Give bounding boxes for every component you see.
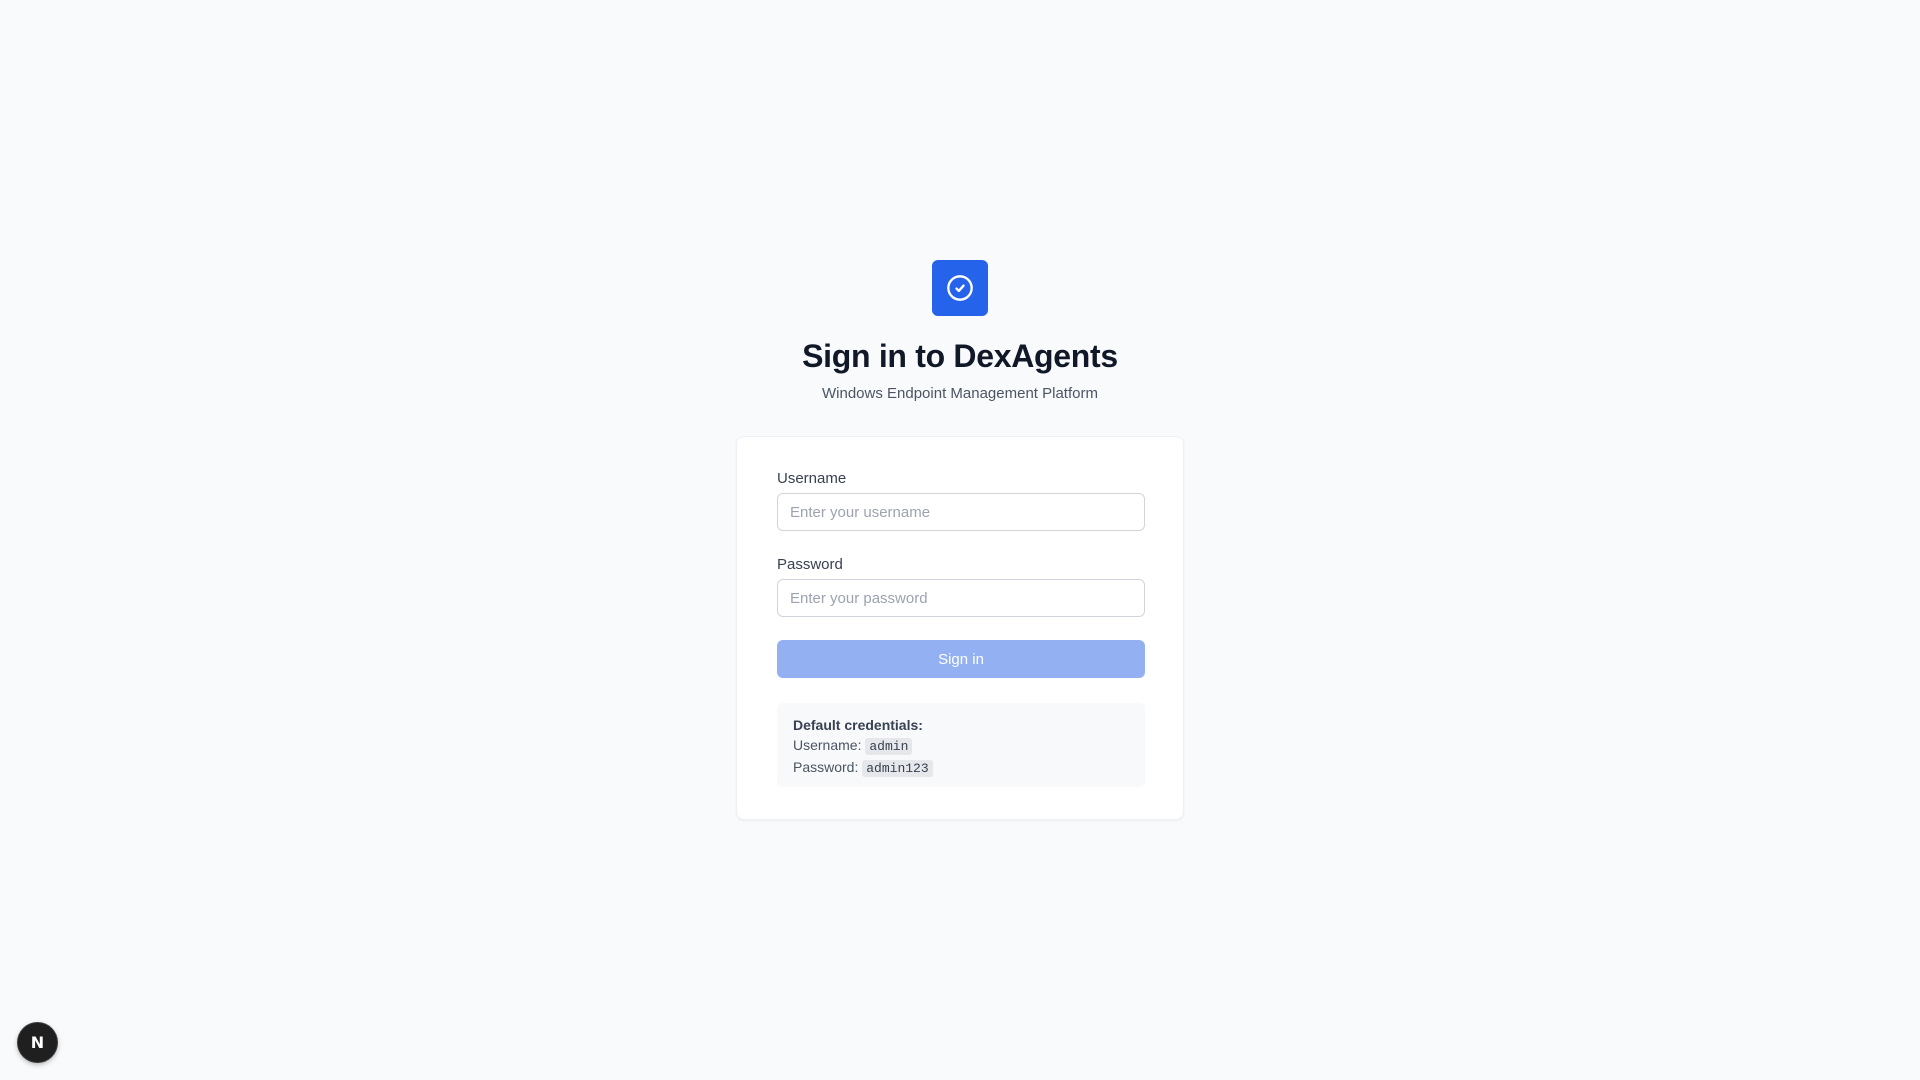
nextjs-icon[interactable]: N: [18, 1023, 57, 1062]
brand-logo: [932, 260, 988, 316]
credentials-password-value: admin123: [862, 760, 933, 777]
dev-indicator-label: N: [30, 1033, 45, 1052]
default-credentials-box: Default credentials: Username: admin Pas…: [777, 703, 1145, 787]
credentials-username-value: admin: [865, 738, 913, 755]
credentials-password-label: Password:: [793, 759, 859, 775]
sign-in-button[interactable]: Sign in: [777, 640, 1145, 678]
credentials-heading: Default credentials:: [793, 717, 923, 733]
password-input[interactable]: [777, 579, 1145, 617]
credentials-username-row: Username: admin: [793, 735, 1129, 757]
password-label: Password: [777, 556, 843, 573]
credentials-username-label: Username:: [793, 737, 862, 753]
page-title: Sign in to DexAgents: [802, 338, 1118, 374]
page-subtitle: Windows Endpoint Management Platform: [822, 385, 1098, 402]
credentials-password-row: Password: admin123: [793, 757, 1129, 779]
check-circle-icon: [947, 275, 973, 301]
login-form: Username Password Sign in Default creden…: [736, 436, 1184, 820]
username-input[interactable]: [777, 493, 1145, 531]
username-label: Username: [777, 470, 847, 487]
login-page: Sign in to DexAgents Windows Endpoint Ma…: [0, 0, 1920, 1080]
